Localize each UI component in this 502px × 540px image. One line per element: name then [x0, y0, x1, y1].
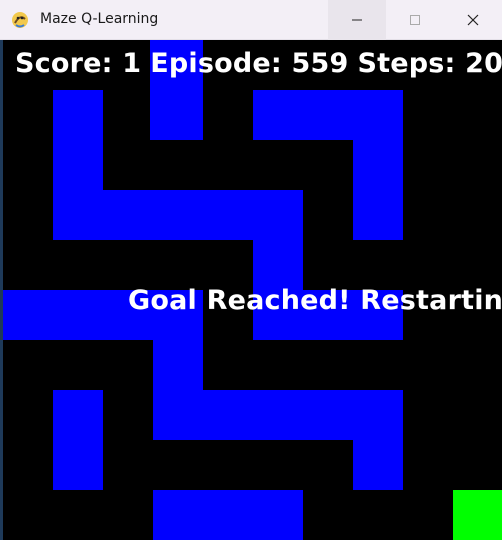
python-snake-icon [10, 10, 30, 30]
close-icon [467, 14, 479, 26]
title-bar[interactable]: Maze Q-Learning [0, 0, 502, 40]
episode-text: Episode: 559 [150, 48, 349, 79]
score-text: Score: 1 [15, 48, 142, 79]
maximize-button[interactable] [386, 0, 444, 40]
app-window: Maze Q-Learning Score: 1 Episode: 559 St… [0, 0, 502, 540]
maze-wall [53, 390, 103, 490]
maze-wall [153, 490, 303, 540]
steps-text: Steps: 20 [357, 48, 502, 79]
minimize-icon [352, 19, 362, 21]
goal-cell [453, 490, 502, 540]
maze-wall [353, 90, 403, 240]
maze-wall [353, 390, 403, 490]
window-title: Maze Q-Learning [40, 11, 159, 27]
maze-canvas: Score: 1 Episode: 559 Steps: 20 Goal Reach… [3, 40, 502, 540]
minimize-button[interactable] [328, 0, 386, 40]
hud-stats: Score: 1 Episode: 559 Steps: 20 [15, 48, 502, 79]
maximize-icon [410, 15, 420, 25]
goal-message: Goal Reached! Restarting [128, 285, 502, 316]
close-button[interactable] [444, 0, 502, 40]
